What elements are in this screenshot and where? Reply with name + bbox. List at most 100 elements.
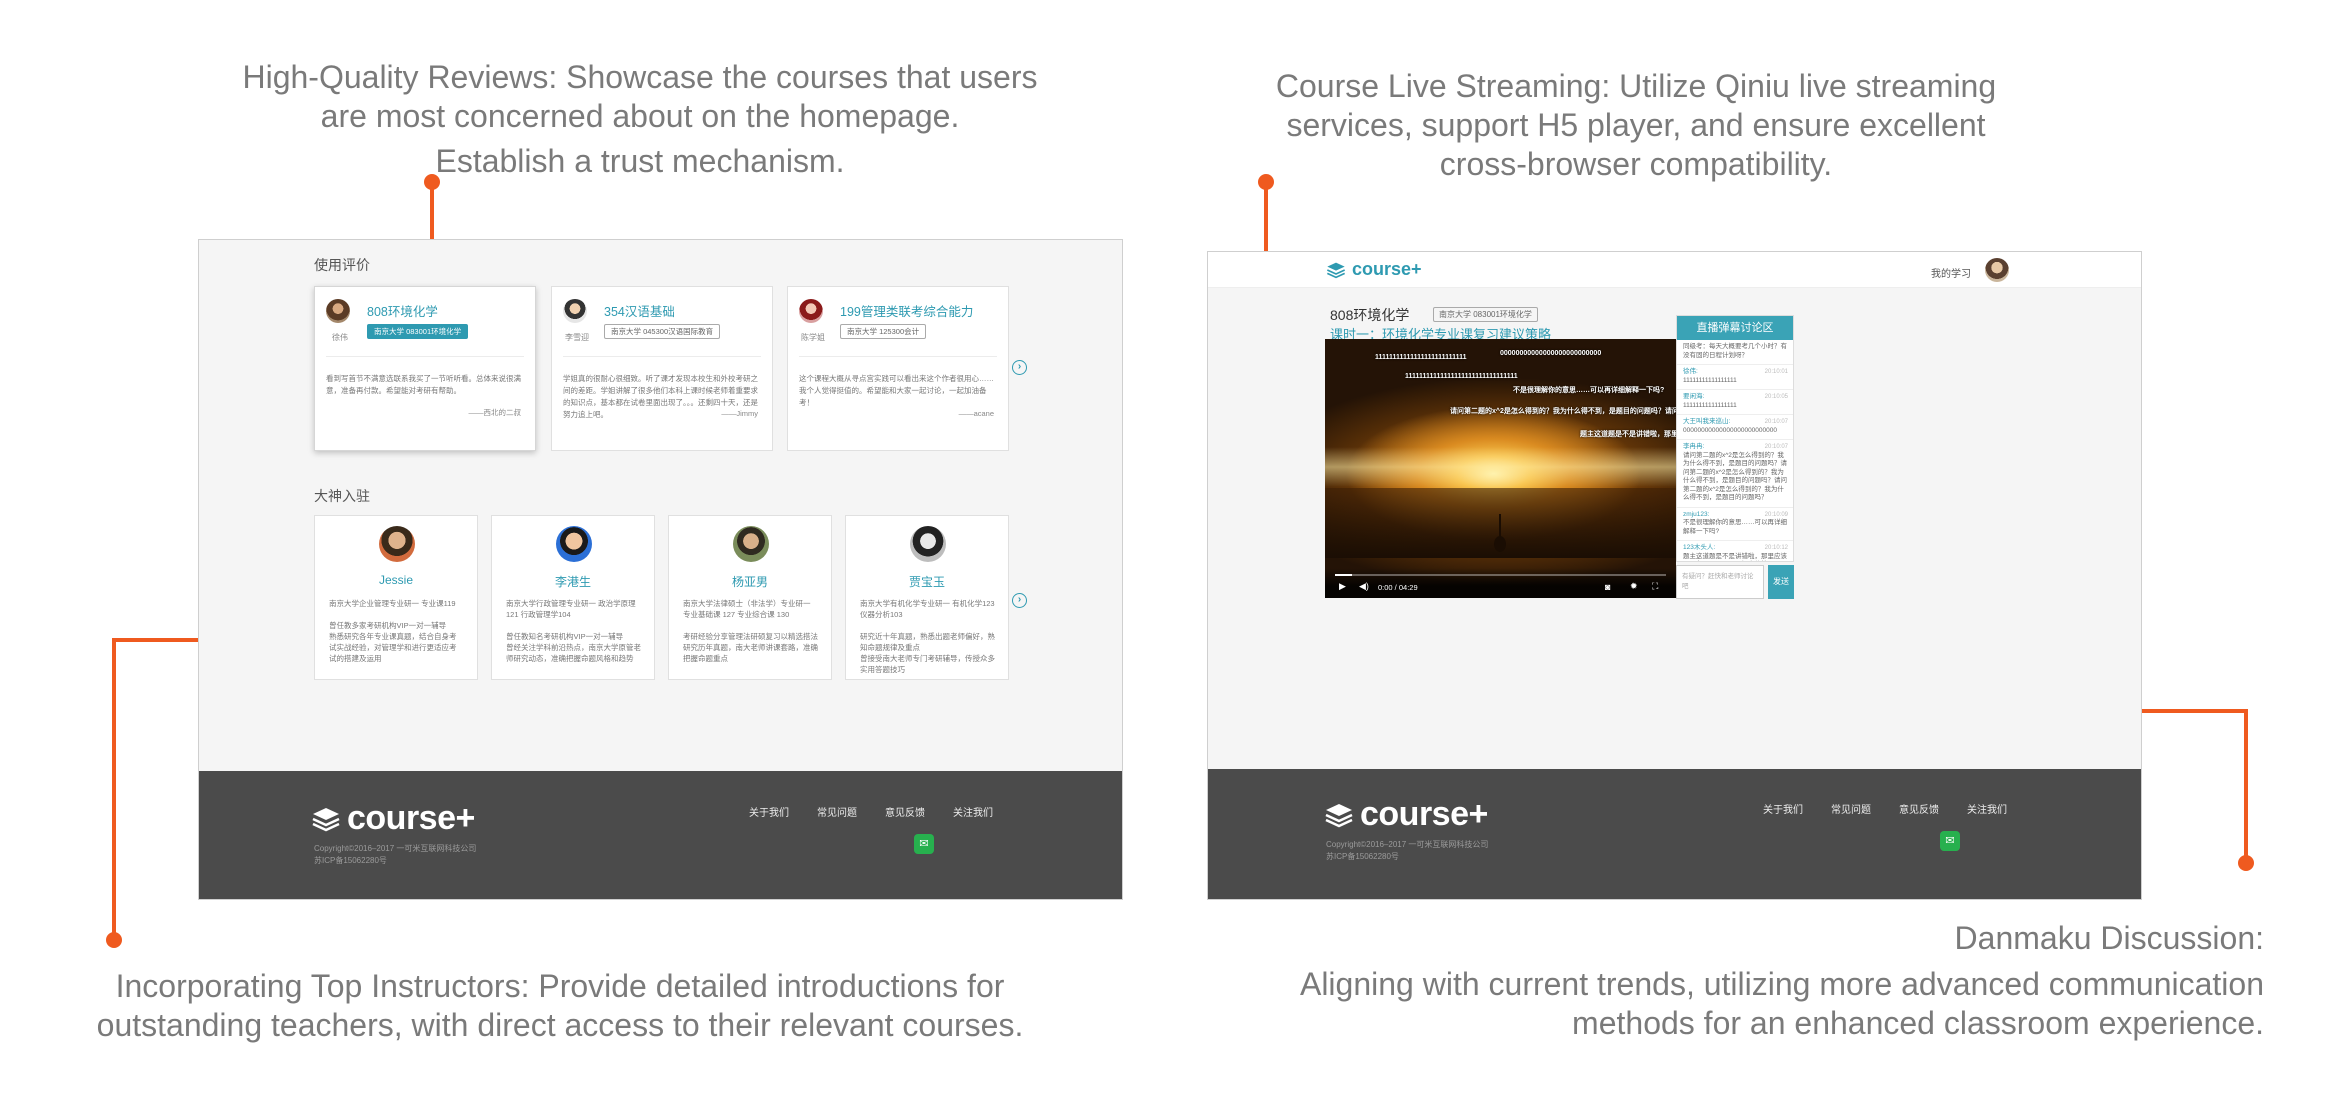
chat-text: 11111111111111111: [1683, 401, 1737, 409]
video-player[interactable]: 00000000000000000000000000 1111111111111…: [1325, 339, 1676, 598]
instructor-bio: 121 行政管理学104: [506, 610, 571, 619]
footer-link-about[interactable]: 关于我们: [1763, 801, 1803, 816]
instructor-card[interactable]: 杨亚男 南京大学法律硕士（非法学）专业研一 专业基础课 127 专业综合课 13…: [668, 515, 832, 680]
instructor-bio: 考研经验分享管理法研硕复习以精选搭法: [683, 632, 818, 641]
chat-message: 123木头人: 20:10:12 题主这道题是不是讲错啦，那里应该是正负号吧，而…: [1677, 541, 1793, 561]
nav-logo[interactable]: course+: [1326, 259, 1422, 280]
instructor-card[interactable]: Jessie 南京大学企业管理专业研一 专业课119 曾任教多家考研机构VIP一…: [314, 515, 478, 680]
instructor-bio: 把握命题重点: [683, 654, 728, 663]
screenshot-icon[interactable]: ◙: [1605, 582, 1610, 592]
footer-link-faq[interactable]: 常见问题: [817, 804, 857, 819]
instructor-bio: 南京大学有机化学专业研一 有机化学123: [860, 599, 995, 608]
site-footer: course+ Copyright©2016–2017 一可米互联网科技公司 苏…: [199, 771, 1122, 899]
chat-input[interactable]: 有疑问？赶快和老师讨论吧: [1676, 565, 1764, 599]
review-card[interactable]: 陈学姐 199管理类联考综合能力 南京大学 125300会计 这个课程大概从寻点…: [787, 286, 1009, 451]
instructor-name[interactable]: Jessie: [315, 573, 477, 587]
review-text: 这个课程大概从寻点宫实践可以看出来这个作者很用心……我个人觉得挺值的。希望能和大…: [799, 374, 994, 407]
annotation-instructors: Incorporating Top Instructors: Provide d…: [96, 968, 1024, 1043]
chat-time: 20:10:07: [1764, 444, 1788, 450]
footer-link-feedback[interactable]: 意见反馈: [1899, 801, 1939, 816]
review-card[interactable]: 徐伟 808环境化学 南京大学 083001环境化学 看到写首节不满意选联系我买…: [314, 286, 536, 451]
fullscreen-icon[interactable]: ⛶: [1652, 581, 1658, 592]
avatar: [910, 526, 946, 562]
chat-message: 李冉冉: 20:10:07 请问第二题的x^2是怎么得到的？我为什么得不到，是题…: [1677, 440, 1793, 508]
divider: [563, 356, 761, 357]
course-tag: 南京大学 083001环境化学: [1433, 307, 1538, 322]
footer-link-about[interactable]: 关于我们: [749, 804, 789, 819]
wechat-icon[interactable]: ✉: [914, 834, 934, 854]
footer-link-faq[interactable]: 常见问题: [1831, 801, 1871, 816]
site-footer: course+ Copyright©2016–2017 一可米互联网科技公司 苏…: [1208, 769, 2141, 899]
footer-logo[interactable]: course+: [1324, 795, 1488, 834]
stack-logo-icon: [1325, 803, 1353, 827]
my-learning-link[interactable]: 我的学习: [1931, 265, 1971, 280]
callout-line-danmaku-v: [2244, 709, 2248, 865]
review-course-title[interactable]: 199管理类联考综合能力: [840, 301, 973, 320]
settings-gear-icon[interactable]: ✹: [1630, 581, 1638, 592]
annotation-reviews: High-Quality Reviews: Showcase the cours…: [242, 59, 1038, 179]
callout-line-instructors-v: [112, 638, 116, 938]
instructor-bio: 熟悉研究各年专业课真题，结合自身考: [329, 632, 457, 641]
video-time: 0:00 / 04:29: [1378, 583, 1418, 592]
course-title: 808环境化学: [1330, 307, 1410, 323]
instructor-card[interactable]: 李港生 南京大学行政管理专业研一 政治学原理 121 行政管理学104 曾任教知…: [491, 515, 655, 680]
instructor-bio: 试的搭建及运用: [329, 654, 382, 663]
next-arrow-icon[interactable]: ›: [1012, 360, 1027, 375]
avatar: [326, 299, 350, 323]
review-course-title[interactable]: 808环境化学: [367, 301, 438, 320]
chat-time: 20:10:07: [1764, 419, 1788, 425]
avatar[interactable]: [1985, 258, 2009, 282]
chat-text: 题主这道题是不是讲错啦，那里应该是正负号吧，而不是把它约掉吧: [1683, 552, 1787, 560]
volume-icon[interactable]: ◀): [1359, 581, 1369, 592]
live-page-screenshot: course+ 我的学习 808环境化学 南京大学 083001环境化学 课时一…: [1207, 251, 2142, 900]
chat-time: 20:10:12: [1764, 545, 1788, 551]
review-user: 陈学姐: [801, 333, 825, 342]
divider: [799, 356, 997, 357]
review-text: 看到写首节不满意选联系我买了一节听听看。总体来说很满意，准备再付款。希望能对考研…: [326, 374, 521, 395]
chat-time: 20:10:09: [1764, 511, 1788, 518]
review-course-tag: 南京大学 083001环境化学: [367, 324, 469, 339]
danmaku-comment: 11111111111111111111111111111111: [1405, 373, 1518, 380]
review-card[interactable]: 李雪迎 354汉语基础 南京大学 045300汉语国际教育 学姐真的很耐心很细致…: [551, 286, 773, 451]
review-course-title[interactable]: 354汉语基础: [604, 301, 675, 320]
next-arrow-icon[interactable]: ›: [1012, 593, 1027, 608]
chat-text: 11111111111111111: [1683, 376, 1737, 384]
chat-message: 要闲海: 20:10:05 11111111111111111: [1677, 390, 1793, 415]
chat-title: 直播弹幕讨论区: [1677, 316, 1793, 340]
guitar-silhouette-icon: [1494, 514, 1506, 552]
instructor-name[interactable]: 杨亚男: [669, 573, 831, 590]
video-progress-fill: [1335, 574, 1352, 576]
copyright: Copyright©2016–2017 一可米互联网科技公司 苏ICP备1506…: [314, 844, 477, 865]
annotation-danmaku: Danmaku Discussion: Aligning with curren…: [1299, 920, 2264, 1041]
callout-dot-danmaku: [2238, 855, 2254, 871]
footer-brand: course+: [1360, 795, 1488, 833]
danmaku-comment: 题主这道题是不是讲错啦，那里应该是: [1580, 431, 1676, 438]
annotation-live-streaming: Course Live Streaming: Utilize Qiniu liv…: [1275, 68, 1997, 182]
footer-link-follow[interactable]: 关注我们: [1967, 801, 2007, 816]
footer-link-feedback[interactable]: 意见反馈: [885, 804, 925, 819]
instructor-name[interactable]: 贾宝玉: [846, 573, 1008, 590]
instructor-bio: 曾任教知名考研机构VIP一对一辅导: [506, 632, 624, 641]
send-button[interactable]: 发送: [1768, 565, 1794, 599]
danmaku-chat-panel: 直播弹幕讨论区 同级考：每天大概要考几个小时？有没有固的日程计划呀？ 徐伟: 2…: [1676, 315, 1794, 562]
wechat-icon[interactable]: ✉: [1940, 831, 1960, 851]
instructor-name[interactable]: 李港生: [492, 573, 654, 590]
homepage-screenshot: 使用评价 徐伟 808环境化学 南京大学 083001环境化学 看到写首节不满意…: [198, 239, 1123, 900]
instructor-bio: 试实战经验，对管理学和进行更适应考: [329, 643, 457, 652]
video-frame-glow: [1325, 447, 1676, 487]
instructor-bio: 知命题规律及重点: [860, 643, 920, 652]
play-icon[interactable]: ▶: [1339, 581, 1346, 592]
instructor-bio: 研究历年真题，南大老师讲课套路，准确: [683, 643, 818, 652]
instructors-section-title: 大神入驻: [314, 488, 370, 504]
footer-links: 关于我们 常见问题 意见反馈 关注我们: [749, 804, 993, 819]
instructor-bio: 师研究动态，准确把握命题风格和趋势: [506, 654, 634, 663]
review-course-tag: 南京大学 045300汉语国际教育: [604, 324, 721, 339]
instructor-card[interactable]: 贾宝玉 南京大学有机化学专业研一 有机化学123 仪器分析103 研究近十年真题…: [845, 515, 1009, 680]
chat-message: 大王叫我来巡山: 20:10:07 0000000000000000000000…: [1677, 415, 1793, 440]
footer-link-follow[interactable]: 关注我们: [953, 804, 993, 819]
instructor-bio: 专业基础课 127 专业综合课 130: [683, 610, 790, 619]
footer-logo[interactable]: course+: [311, 799, 475, 838]
video-progress-bar[interactable]: [1335, 574, 1666, 576]
footer-links: 关于我们 常见问题 意见反馈 关注我们: [1763, 801, 2007, 816]
stack-logo-icon: [1326, 262, 1346, 278]
